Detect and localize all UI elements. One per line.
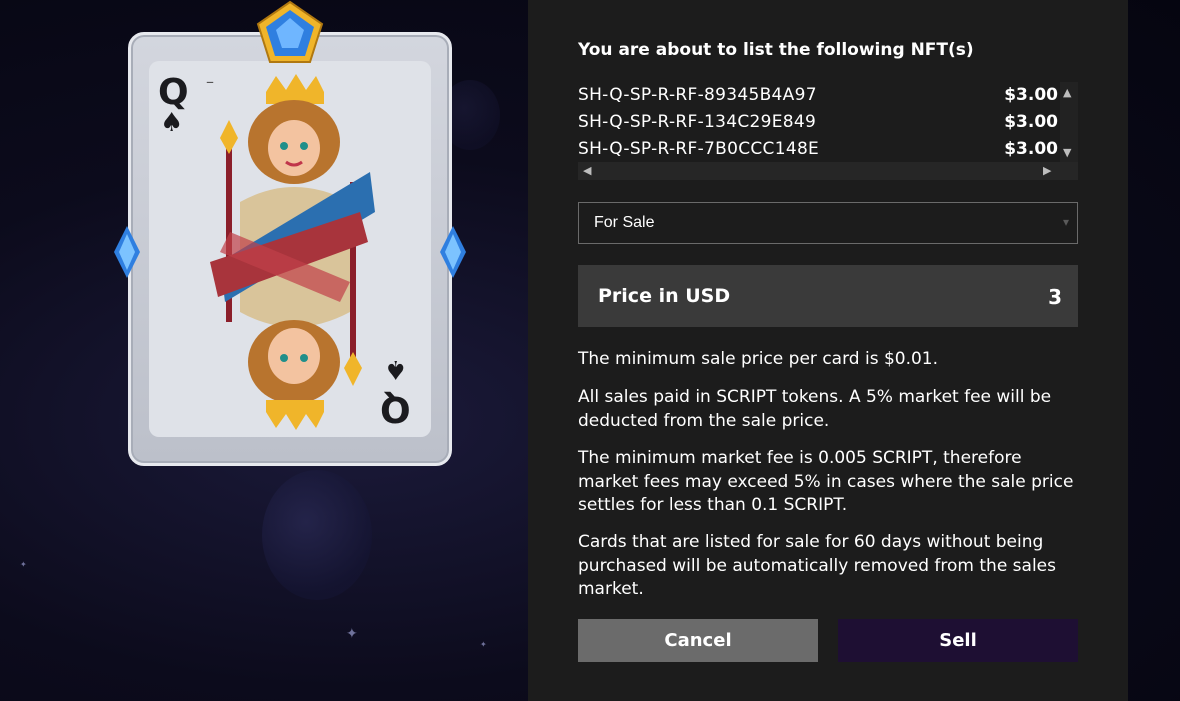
sell-modal: You are about to list the following NFT(… (528, 0, 1128, 701)
background-asteroid (262, 470, 372, 600)
price-value[interactable]: 3 (1048, 285, 1062, 309)
sell-button[interactable]: Sell (838, 619, 1078, 662)
card-rank-bottom: Q (380, 388, 411, 429)
queen-illustration (210, 74, 375, 430)
left-gem-icon (114, 226, 140, 278)
spade-icon: ♠ (384, 354, 408, 384)
vertical-scrollbar[interactable]: ▲ ▼ (1060, 82, 1078, 162)
nft-price: $3.00 (1004, 112, 1058, 132)
nft-id: SH-Q-SP-R-RF-7B0CCC148E (578, 139, 820, 159)
nft-id: SH-Q-SP-R-RF-89345B4A97 (578, 85, 817, 105)
fee-note: All sales paid in SCRIPT tokens. A 5% ma… (578, 387, 1052, 431)
horizontal-scrollbar[interactable]: ◀ ▶ (578, 162, 1078, 180)
cancel-button[interactable]: Cancel (578, 619, 818, 662)
star-icon: ✦ (480, 640, 487, 649)
list-item: SH-Q-SP-R-RF-89345B4A97 $3.00 (578, 85, 1058, 111)
nft-price: $3.00 (1004, 139, 1058, 159)
scroll-up-icon[interactable]: ▲ (1063, 87, 1071, 98)
star-icon: ✦ (346, 626, 358, 642)
right-gem-icon (440, 226, 466, 278)
list-item: SH-Q-SP-R-RF-134C29E849 $3.00 (578, 112, 1058, 138)
spade-icon: ♠ (160, 108, 184, 138)
chevron-down-icon: ▾ (1062, 215, 1069, 229)
modal-title: You are about to list the following NFT(… (578, 40, 974, 60)
card-rank-top: Q (158, 72, 189, 113)
scroll-down-icon[interactable]: ▼ (1063, 147, 1071, 158)
nft-id: SH-Q-SP-R-RF-134C29E849 (578, 112, 817, 132)
price-label: Price in USD (598, 285, 731, 307)
expiry-note: Cards that are listed for sale for 60 da… (578, 532, 1056, 599)
scroll-left-icon[interactable]: ◀ (583, 165, 591, 176)
price-input[interactable]: Price in USD 3 (578, 265, 1078, 327)
listing-type-select[interactable]: For Sale ▾ (578, 202, 1078, 244)
nft-card-preview: Q ♠ – Q ♠ (112, 0, 468, 480)
min-price-note: The minimum sale price per card is $0.01… (578, 349, 939, 369)
listing-type-value: For Sale (594, 214, 655, 231)
scroll-right-icon[interactable]: ▶ (1043, 165, 1051, 176)
nft-price: $3.00 (1004, 85, 1058, 105)
min-fee-note: The minimum market fee is 0.005 SCRIPT, … (578, 448, 1074, 515)
nft-list: SH-Q-SP-R-RF-89345B4A97 $3.00 SH-Q-SP-R-… (578, 82, 1078, 182)
star-icon: ✦ (20, 560, 27, 569)
